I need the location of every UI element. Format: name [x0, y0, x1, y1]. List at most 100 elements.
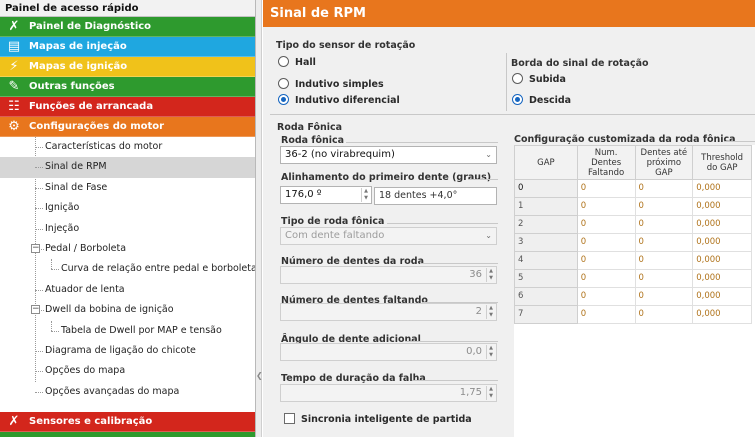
category-label: Configurações do motor [29, 121, 165, 132]
table-row[interactable]: 0 0 0 0,000 [514, 179, 752, 198]
radio-inductive-differential[interactable]: Indutivo diferencial [278, 94, 400, 108]
wheel-select[interactable]: 36-2 (no virabrequim) ⌄ [280, 146, 497, 164]
collapse-icon[interactable]: − [31, 243, 40, 253]
radio-button-selected[interactable] [278, 94, 289, 105]
tree-item-idle-actuator[interactable]: Atuador de lenta [0, 280, 255, 300]
table-row[interactable]: 2 0 0 0,000 [514, 215, 752, 234]
chevron-down-icon: ⌄ [485, 150, 492, 159]
table-row[interactable]: 5 0 0 0,000 [514, 269, 752, 288]
table-cell[interactable]: 0 [576, 233, 636, 252]
tree-item-pedal-throttle[interactable]: − Pedal / Borboleta [0, 239, 255, 259]
wheel-label: Roda fônica [281, 135, 345, 146]
column-header[interactable]: GAP [514, 145, 578, 180]
tree-item-injection[interactable]: Injeção [0, 219, 255, 239]
tree-item-ignition-coil-dwell[interactable]: − Dwell da bobina de ignição [0, 300, 255, 320]
category-diagnostic-panel[interactable]: ✗ Painel de Diagnóstico [0, 17, 255, 37]
row-index-cell: 6 [514, 287, 578, 306]
collapse-icon[interactable]: − [31, 305, 40, 315]
table-cell[interactable]: 0 [576, 269, 636, 288]
table-cell[interactable]: 0,000 [692, 269, 752, 288]
alignment-label: Alinhamento do primeiro dente (graus) [281, 172, 492, 183]
ignition-map-icon: ⚡ [9, 59, 19, 74]
quick-access-panel: Painel de acesso rápido ✗ Painel de Diag… [0, 0, 256, 437]
table-cell[interactable]: 0 [634, 179, 694, 198]
alignment-input[interactable]: 176,0 º ▲ ▼ [280, 186, 372, 204]
tree-item-rpm-signal[interactable]: Sinal de RPM [0, 157, 255, 178]
spinner-arrows-icon[interactable]: ▲ ▼ [486, 386, 495, 400]
radio-button-selected[interactable] [512, 94, 523, 105]
category-injection-maps[interactable]: ▤ Mapas de injeção [0, 37, 255, 57]
table-cell[interactable]: 0 [634, 215, 694, 234]
spinner-arrows-icon[interactable]: ▲ ▼ [361, 188, 370, 202]
tree-item-wiring-diagram[interactable]: Diagrama de ligação do chicote [0, 341, 255, 361]
radio-button[interactable] [278, 56, 289, 67]
table-cell[interactable]: 0 [634, 269, 694, 288]
category-label: Funções de arrancada [29, 101, 154, 112]
column-header[interactable]: Threshold do GAP [692, 145, 752, 180]
next-category-strip [0, 432, 255, 437]
table-cell[interactable]: 0,000 [692, 251, 752, 270]
table-cell[interactable]: 0,000 [692, 305, 752, 324]
missing-teeth-input[interactable]: 2 ▲ ▼ [280, 303, 497, 321]
table-cell[interactable]: 0 [634, 233, 694, 252]
radio-falling-edge[interactable]: Descida [512, 94, 571, 108]
table-row[interactable]: 7 0 0 0,000 [514, 305, 752, 324]
tree-item-ignition[interactable]: Ignição [0, 198, 255, 218]
table-cell[interactable]: 0,000 [692, 233, 752, 252]
column-header[interactable]: Dentes até próximo GAP [634, 145, 694, 180]
table-cell[interactable]: 0,000 [692, 179, 752, 198]
table-cell[interactable]: 0,000 [692, 287, 752, 306]
teeth-count-input[interactable]: 36 ▲ ▼ [280, 266, 497, 284]
tree-item-map-options[interactable]: Opções do mapa [0, 361, 255, 381]
sensors-icon: ✗ [8, 414, 20, 429]
tree-item-engine-characteristics[interactable]: Características do motor [0, 137, 255, 157]
collapse-arrow-icon[interactable]: ❮ [256, 368, 263, 384]
table-cell[interactable]: 0 [576, 305, 636, 324]
spinner-arrows-icon[interactable]: ▲ ▼ [486, 305, 495, 319]
sensor-type-label: Tipo do sensor de rotação [276, 40, 416, 51]
checkbox[interactable] [284, 413, 295, 424]
alignment-hint: 18 dentes +4,0° [374, 187, 497, 205]
table-cell[interactable]: 0 [576, 251, 636, 270]
tree-item-phase-signal[interactable]: Sinal de Fase [0, 178, 255, 198]
radio-inductive-simple[interactable]: Indutivo simples [278, 78, 384, 92]
table-cell[interactable]: 0 [576, 287, 636, 306]
table-cell[interactable]: 0 [576, 197, 636, 216]
table-cell[interactable]: 0,000 [692, 197, 752, 216]
table-cell[interactable]: 0 [576, 215, 636, 234]
table-cell[interactable]: 0 [634, 251, 694, 270]
spinner-arrows-icon[interactable]: ▲ ▼ [486, 345, 495, 359]
table-cell[interactable]: 0 [576, 179, 636, 198]
category-ignition-maps[interactable]: ⚡ Mapas de ignição [0, 57, 255, 77]
category-sensors-calibration[interactable]: ✗ Sensores e calibração [0, 412, 255, 432]
tree-item-pedal-throttle-curve[interactable]: Curva de relação entre pedal e borboleta [0, 259, 255, 279]
wheel-type-label: Tipo de roda fônica [281, 216, 385, 227]
radio-button[interactable] [512, 73, 523, 84]
spinner-arrows-icon[interactable]: ▲ ▼ [486, 268, 495, 282]
panel-splitter[interactable]: ❮ [256, 0, 263, 437]
table-row[interactable]: 4 0 0 0,000 [514, 251, 752, 270]
table-cell[interactable]: 0 [634, 287, 694, 306]
column-header[interactable]: Num. Dentes Faltando [576, 145, 636, 180]
category-drag-functions[interactable]: ☷ Funções de arrancada [0, 97, 255, 117]
extra-angle-input[interactable]: 0,0 ▲ ▼ [280, 343, 497, 361]
category-other-functions[interactable]: ✎ Outras funções [0, 77, 255, 97]
wheel-type-select[interactable]: Com dente faltando ⌄ [280, 227, 497, 245]
table-cell[interactable]: 0,000 [692, 215, 752, 234]
radio-hall[interactable]: Hall [278, 56, 316, 70]
smart-sync-checkbox[interactable]: Sincronia inteligente de partida [284, 413, 472, 427]
table-cell[interactable]: 0 [634, 305, 694, 324]
row-index-cell: 2 [514, 215, 578, 234]
signal-edge-label: Borda do sinal de rotação [511, 58, 649, 69]
table-row[interactable]: 6 0 0 0,000 [514, 287, 752, 306]
table-cell[interactable]: 0 [634, 197, 694, 216]
radio-button[interactable] [278, 78, 289, 89]
category-engine-config[interactable]: ⚙ Configurações do motor [0, 117, 255, 137]
failure-time-input[interactable]: 1,75 ▲ ▼ [280, 384, 497, 402]
category-label: Mapas de injeção [29, 41, 127, 52]
tree-item-dwell-map-voltage-table[interactable]: Tabela de Dwell por MAP e tensão [0, 320, 255, 341]
tree-item-advanced-map-options[interactable]: Opções avançadas do mapa [0, 382, 255, 402]
table-row[interactable]: 3 0 0 0,000 [514, 233, 752, 252]
table-row[interactable]: 1 0 0 0,000 [514, 197, 752, 216]
radio-rising-edge[interactable]: Subida [512, 73, 566, 87]
